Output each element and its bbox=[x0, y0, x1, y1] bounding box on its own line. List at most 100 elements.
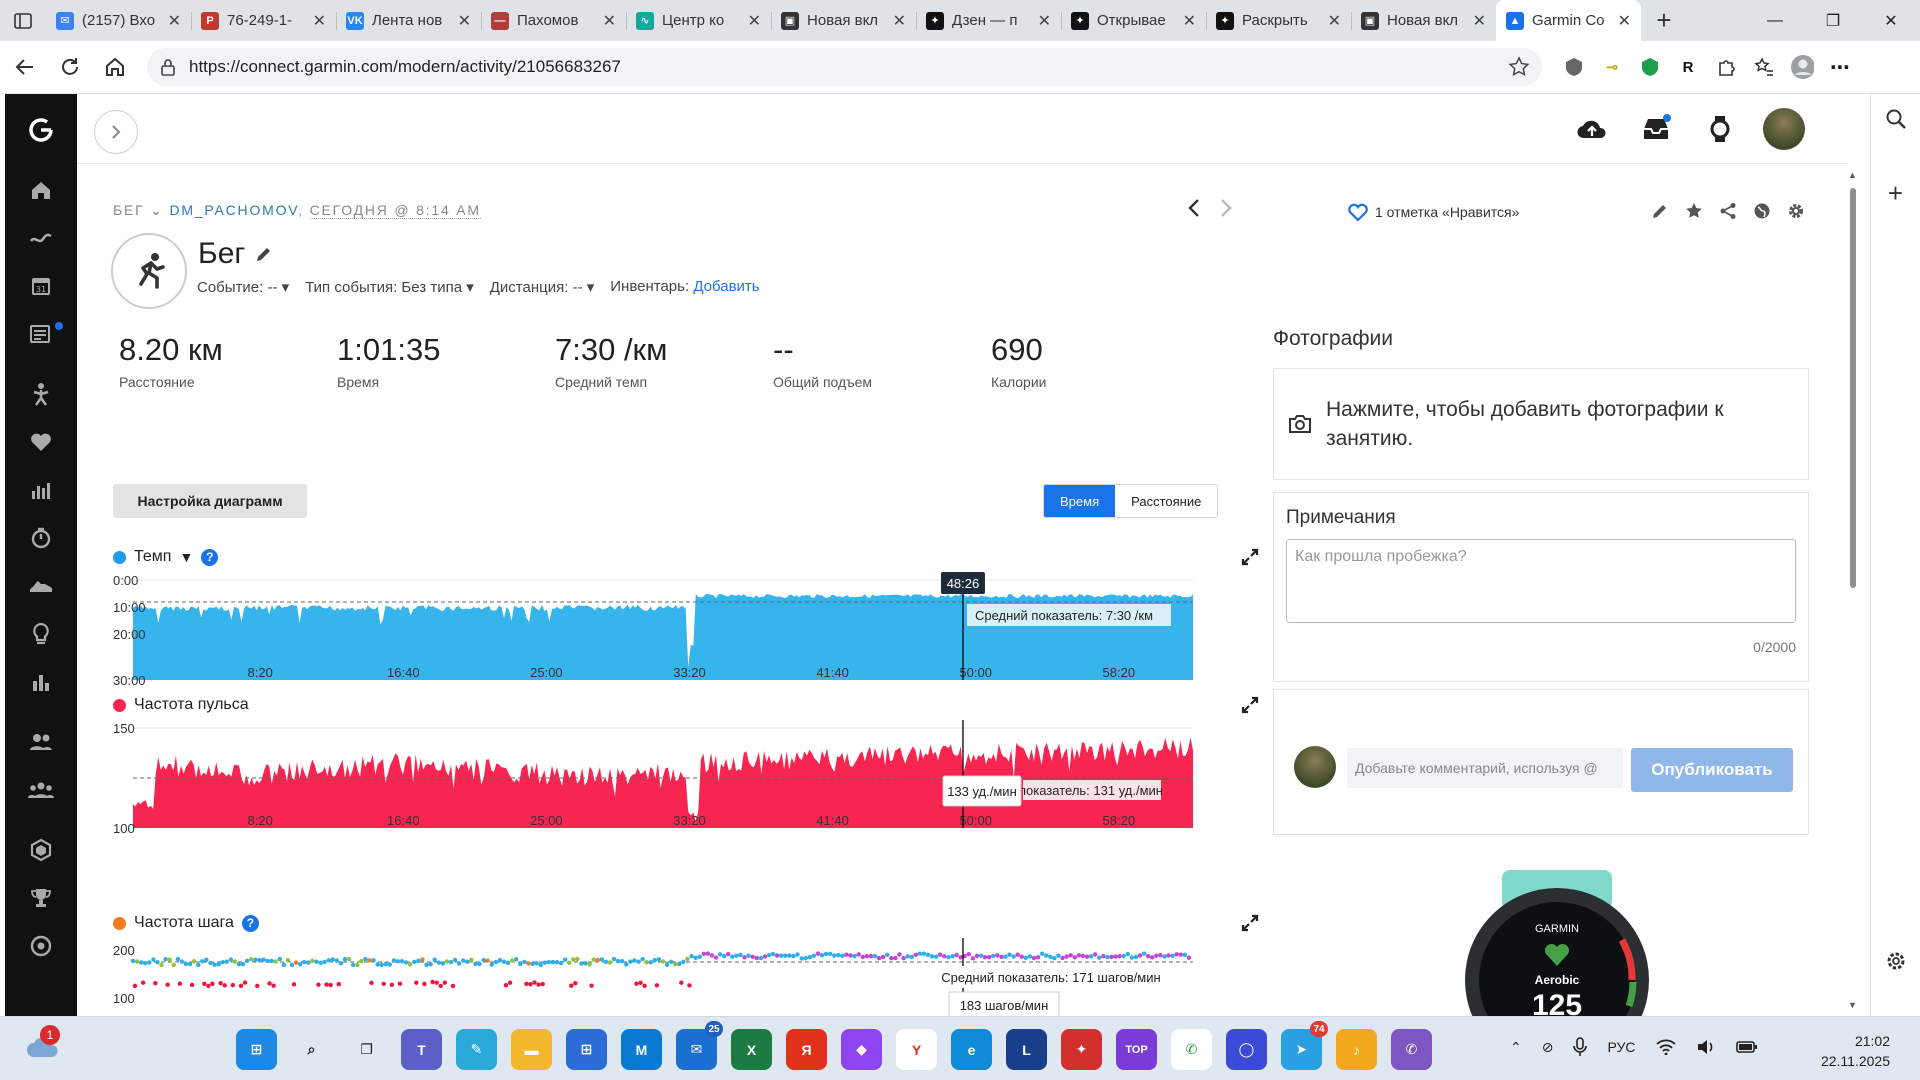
user-avatar[interactable] bbox=[1763, 108, 1805, 150]
likes-count[interactable]: 1 отметка «Нравится» bbox=[1375, 204, 1519, 220]
notes-textarea[interactable]: Как прошла пробежка? bbox=[1286, 539, 1796, 623]
heart-outline-icon[interactable] bbox=[1347, 202, 1369, 222]
toggle-time-button[interactable]: Время bbox=[1044, 485, 1116, 517]
home-nav-icon[interactable] bbox=[5, 166, 77, 214]
microphone-icon[interactable] bbox=[1573, 1037, 1588, 1057]
puzzle-extensions-icon[interactable] bbox=[1714, 55, 1738, 79]
toggle-distance-button[interactable]: Расстояние bbox=[1115, 485, 1217, 517]
inbox-icon[interactable] bbox=[1635, 108, 1677, 150]
browser-tab[interactable]: ✦ Открывае ✕ bbox=[1061, 0, 1206, 41]
likes[interactable]: 1 отметка «Нравится» bbox=[1347, 202, 1519, 222]
garmin-coach-nav-icon[interactable] bbox=[5, 922, 77, 970]
pace-chart-plot[interactable]: 0:00 10:00 20:00 30:00 8:20 16:40 25:00 33:20 41… bbox=[113, 572, 1243, 690]
search-icon[interactable] bbox=[1871, 94, 1920, 174]
help-icon[interactable]: ? bbox=[201, 548, 219, 566]
watch-device-icon[interactable] bbox=[1699, 108, 1741, 150]
close-tab-icon[interactable]: ✕ bbox=[1183, 11, 1196, 31]
health-stats-nav-icon[interactable] bbox=[5, 418, 77, 466]
close-tab-icon[interactable]: ✕ bbox=[1038, 11, 1051, 31]
edit-title-pencil-icon[interactable] bbox=[255, 245, 273, 263]
page-scrollbar[interactable]: ▲ ▼ bbox=[1848, 170, 1858, 1010]
previous-activity-icon[interactable] bbox=[1187, 198, 1201, 218]
shield-extension-icon[interactable] bbox=[1562, 55, 1586, 79]
close-tab-icon[interactable]: ✕ bbox=[168, 11, 181, 31]
upload-cloud-icon[interactable] bbox=[1571, 108, 1613, 150]
yandex-app-icon[interactable]: Я bbox=[786, 1029, 827, 1070]
url-field[interactable]: https://connect.garmin.com/modern/activi… bbox=[147, 48, 1542, 86]
browser-tab[interactable]: ✦ Дзен — п ✕ bbox=[916, 0, 1061, 41]
whatsapp-app-icon[interactable]: ✆ bbox=[1171, 1029, 1212, 1070]
training-nav-icon[interactable] bbox=[5, 370, 77, 418]
home-button[interactable] bbox=[95, 47, 135, 87]
l-app-icon[interactable]: L bbox=[1006, 1029, 1047, 1070]
distance-dropdown[interactable]: Дистанция: -- ▾ bbox=[490, 278, 595, 296]
back-button[interactable] bbox=[5, 47, 45, 87]
fullscreen-icon[interactable] bbox=[1241, 914, 1259, 932]
clock[interactable]: 21:02 22.11.2025 bbox=[1810, 1031, 1890, 1071]
news-feed-nav-icon[interactable] bbox=[5, 310, 77, 358]
browser-tab[interactable]: ✉ (2157) Вхо ✕ bbox=[46, 0, 191, 41]
activities-nav-icon[interactable] bbox=[5, 214, 77, 262]
tray-chevron-up-icon[interactable]: ⌃ bbox=[1510, 1039, 1522, 1056]
browser-tab[interactable]: ✦ Раскрыть ✕ bbox=[1206, 0, 1351, 41]
red-app-icon[interactable]: ✦ bbox=[1061, 1029, 1102, 1070]
yandex-browser-icon[interactable]: Y bbox=[896, 1029, 937, 1070]
battery-icon[interactable] bbox=[1735, 1040, 1758, 1054]
expand-sidebar-button[interactable] bbox=[94, 110, 138, 154]
taskbar-search-icon[interactable]: ⌕ bbox=[291, 1029, 332, 1070]
mail-app-icon[interactable]: ✉ 25 bbox=[676, 1021, 723, 1070]
maximize-button[interactable]: ❐ bbox=[1804, 0, 1862, 41]
next-activity-icon[interactable] bbox=[1219, 198, 1233, 218]
edit-pencil-icon[interactable] bbox=[1651, 202, 1669, 220]
settings-gear-icon[interactable] bbox=[1787, 202, 1805, 220]
challenges-trophy-nav-icon[interactable] bbox=[5, 874, 77, 922]
paint-app-icon[interactable]: ✎ bbox=[456, 1029, 497, 1070]
excel-app-icon[interactable]: X bbox=[731, 1029, 772, 1070]
performance-stats-nav-icon[interactable] bbox=[5, 466, 77, 514]
stopwatch-nav-icon[interactable] bbox=[5, 514, 77, 562]
chevron-down-icon[interactable]: ▼ bbox=[179, 549, 193, 565]
breadcrumb-user-link[interactable]: DM_PACHOMOV bbox=[169, 202, 298, 218]
help-icon[interactable]: ? bbox=[241, 914, 259, 932]
tab-actions-icon[interactable] bbox=[0, 0, 46, 41]
music-app-icon[interactable]: ♪ bbox=[1336, 1029, 1377, 1070]
close-tab-icon[interactable]: ✕ bbox=[458, 11, 471, 31]
task-view-icon[interactable]: ❐ bbox=[346, 1029, 387, 1070]
close-window-button[interactable]: ✕ bbox=[1862, 0, 1920, 41]
wifi-icon[interactable] bbox=[1655, 1039, 1676, 1055]
more-menu-icon[interactable]: ⋯ bbox=[1828, 55, 1852, 79]
browser-tab[interactable]: — Пахомов ✕ bbox=[481, 0, 626, 41]
green-shield-extension-icon[interactable] bbox=[1638, 55, 1662, 79]
close-tab-icon[interactable]: ✕ bbox=[1473, 11, 1486, 31]
reload-button[interactable] bbox=[50, 47, 90, 87]
event-dropdown[interactable]: Событие: -- ▾ bbox=[197, 278, 289, 296]
file-explorer-icon[interactable]: ▬ bbox=[511, 1029, 552, 1070]
volume-icon[interactable] bbox=[1696, 1039, 1716, 1055]
site-info-icon[interactable] bbox=[159, 58, 177, 76]
profile-avatar-icon[interactable] bbox=[1790, 55, 1814, 79]
add-photos-area[interactable]: Нажмите, чтобы добавить фотографии к зан… bbox=[1273, 368, 1809, 480]
comment-input[interactable]: Добавьте комментарий, используя @ bbox=[1347, 748, 1623, 788]
browser-tab[interactable]: ▣ Новая вкл ✕ bbox=[771, 0, 916, 41]
reports-nav-icon[interactable] bbox=[5, 658, 77, 706]
viber-app-icon[interactable]: ✆ bbox=[1391, 1029, 1432, 1070]
favorites-icon[interactable] bbox=[1752, 55, 1776, 79]
browser-tab[interactable]: ▲ Garmin Co ✕ bbox=[1496, 0, 1641, 41]
publish-button[interactable]: Опубликовать bbox=[1631, 748, 1793, 792]
fullscreen-icon[interactable] bbox=[1241, 696, 1259, 714]
share-icon[interactable] bbox=[1719, 202, 1737, 220]
browser-tab[interactable]: P 76-249-1- ✕ bbox=[191, 0, 336, 41]
browser-tab[interactable]: ∿ Центр ко ✕ bbox=[626, 0, 771, 41]
browser-tab[interactable]: VK Лента нов ✕ bbox=[336, 0, 481, 41]
close-tab-icon[interactable]: ✕ bbox=[1618, 11, 1631, 31]
start-windows-icon[interactable]: ⊞ bbox=[236, 1029, 277, 1070]
chevron-down-icon[interactable]: ⌄ bbox=[150, 202, 164, 218]
close-tab-icon[interactable]: ✕ bbox=[603, 11, 616, 31]
key-extension-icon[interactable]: ⊸ bbox=[1600, 55, 1624, 79]
minimize-button[interactable]: — bbox=[1746, 0, 1804, 41]
new-tab-button[interactable]: + bbox=[1641, 0, 1687, 41]
scrollbar-thumb[interactable] bbox=[1850, 188, 1856, 588]
add-plus-icon[interactable]: + bbox=[1871, 174, 1920, 254]
teams-app-icon[interactable]: T bbox=[401, 1029, 442, 1070]
gear-shoe-nav-icon[interactable] bbox=[5, 562, 77, 610]
